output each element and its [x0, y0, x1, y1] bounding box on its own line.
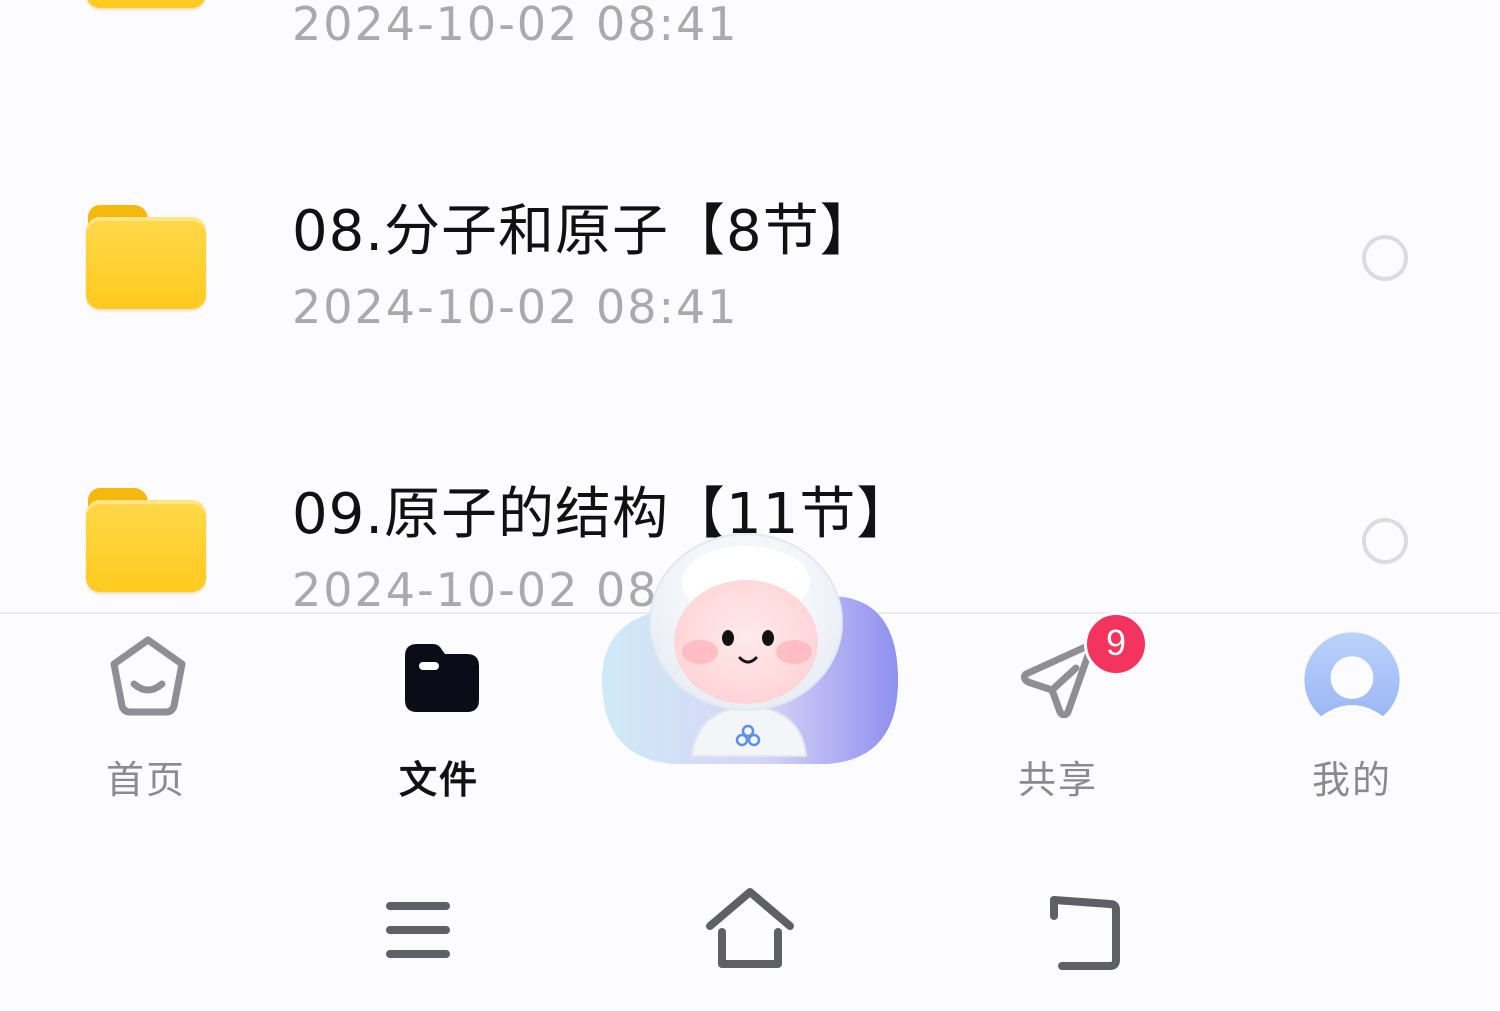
tab-files[interactable]: 文件 [339, 614, 539, 814]
mascot-icon[interactable] [596, 530, 902, 800]
home-icon [110, 636, 186, 716]
share-badge: 9 [1084, 612, 1148, 676]
avatar-icon [1304, 632, 1400, 730]
tab-home[interactable]: 首页 [46, 614, 246, 814]
system-nav-bar [0, 850, 1500, 1011]
app-screen: 2024-10-02 08:41 08.分子和原子【8节】 2024-10-02… [0, 0, 1500, 1011]
tab-files-label: 文件 [398, 758, 479, 802]
file-list[interactable]: 2024-10-02 08:41 08.分子和原子【8节】 2024-10-02… [0, 0, 1500, 612]
folder-icon [86, 488, 206, 594]
file-date: 2024-10-02 08:41 [292, 280, 739, 334]
menu-icon[interactable] [368, 880, 468, 980]
tab-home-label: 首页 [105, 758, 186, 802]
tab-mine-label: 我的 [1311, 758, 1392, 802]
tab-mine[interactable]: 我的 [1252, 614, 1452, 814]
select-checkbox[interactable] [1362, 235, 1408, 281]
folder-icon [405, 644, 479, 712]
file-date: 2024-10-02 08:41 [292, 0, 739, 51]
system-home-icon[interactable] [700, 880, 800, 980]
list-item[interactable]: 08.分子和原子【8节】 2024-10-02 08:41 [0, 142, 1500, 425]
file-name: 08.分子和原子【8节】 [292, 199, 877, 264]
back-icon[interactable] [1034, 880, 1134, 980]
folder-icon [86, 0, 206, 10]
folder-icon [86, 205, 206, 311]
select-checkbox[interactable] [1362, 518, 1408, 564]
list-item[interactable]: 2024-10-02 08:41 [0, 0, 1500, 51]
tab-share-label: 共享 [1017, 758, 1098, 802]
